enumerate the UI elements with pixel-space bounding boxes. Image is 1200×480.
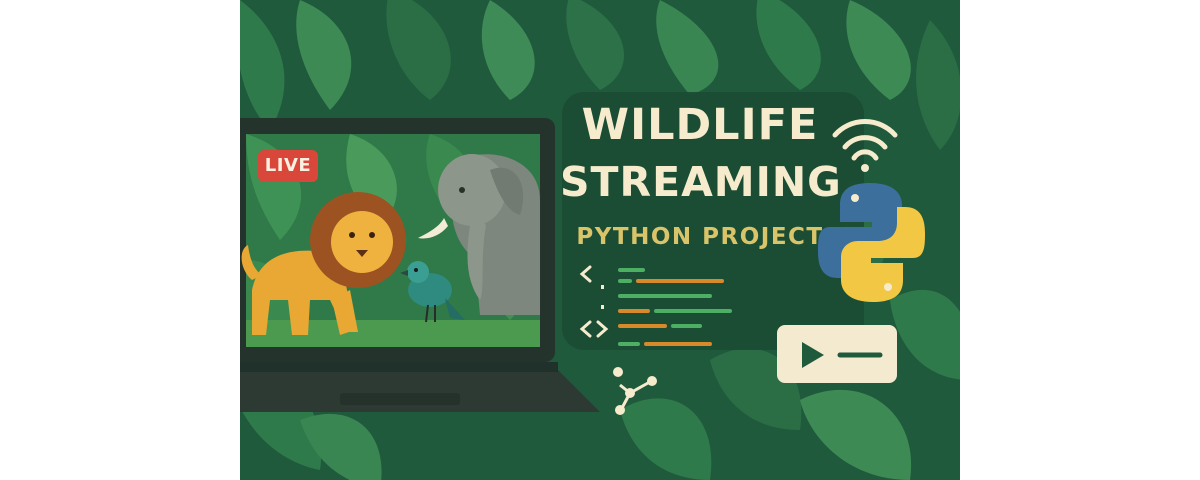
- laptop-trackpad: [340, 393, 460, 405]
- laptop-keyboard-deck: [240, 370, 600, 412]
- title-line-wildlife: WILDLIFE: [581, 100, 819, 150]
- live-badge: LIVE: [258, 150, 318, 182]
- banner-canvas: LIVE WILDLIFE STREAMING PYTHON PROJECT: [240, 0, 960, 480]
- subtitle-python-project: PYTHON PROJECT: [576, 224, 824, 250]
- title-line-streaming: STREAMING: [560, 158, 842, 206]
- play-button-icon: [777, 325, 897, 383]
